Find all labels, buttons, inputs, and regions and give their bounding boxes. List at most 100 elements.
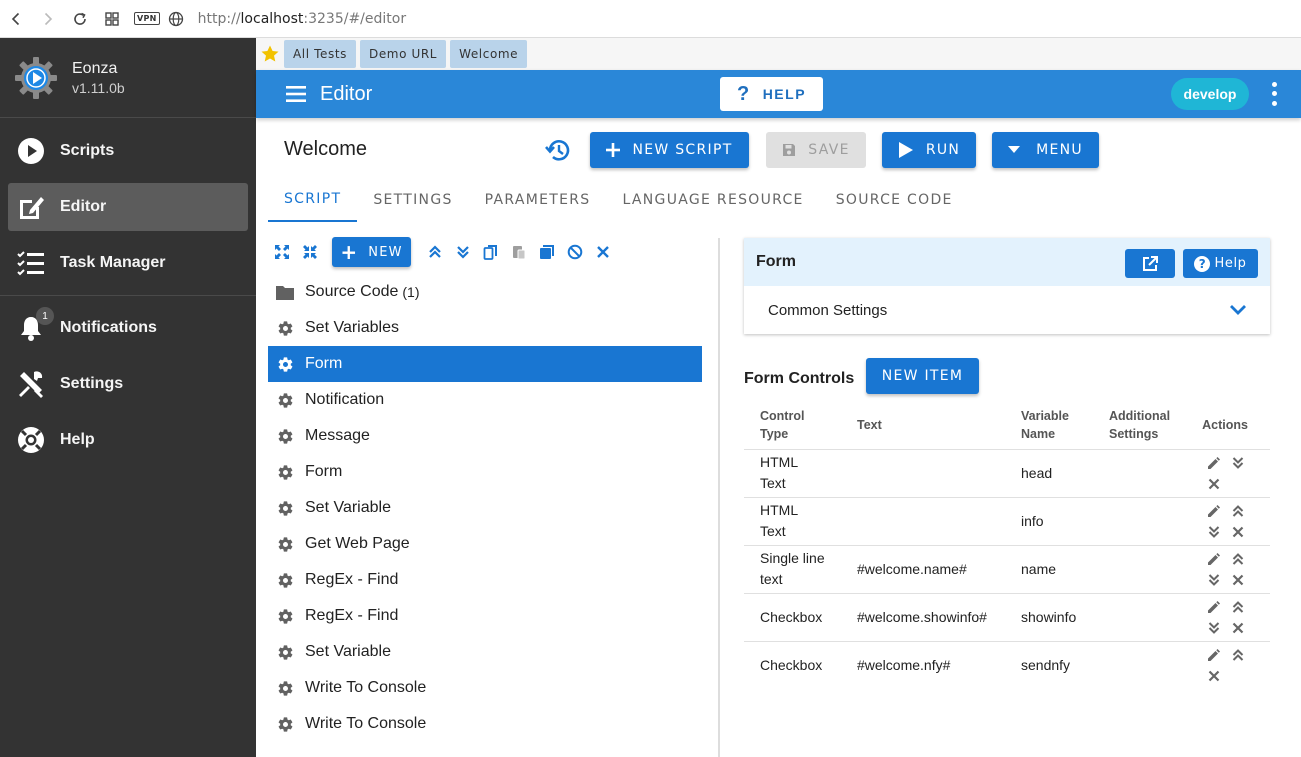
column-header[interactable]: Additional Settings [1093, 402, 1187, 450]
move-up-icon[interactable] [1226, 500, 1250, 521]
copy-icon[interactable] [477, 238, 505, 266]
help-button[interactable]: ? HELP [720, 77, 823, 111]
run-label: RUN [925, 142, 961, 158]
delete-icon[interactable] [589, 238, 617, 266]
more-vert-icon[interactable] [1264, 80, 1284, 108]
nav-notifications[interactable]: 1 Notifications [8, 304, 248, 352]
globe-icon [168, 11, 183, 26]
bell-icon: 1 [16, 307, 54, 343]
delete-icon[interactable] [1226, 569, 1250, 590]
bookmark-demo-url[interactable]: Demo URL [359, 40, 447, 68]
tree-item[interactable]: Get Web Page [268, 526, 702, 562]
forward-icon[interactable] [32, 0, 64, 38]
column-header[interactable]: Control Type [744, 402, 841, 450]
tree-item[interactable]: Set Variable [268, 634, 702, 670]
tree-item[interactable]: Write To Console [268, 706, 702, 742]
tree-item-label: Notification [305, 391, 385, 408]
tabs-grid-icon[interactable] [96, 0, 128, 38]
pencil-icon[interactable] [1202, 644, 1226, 665]
disable-icon[interactable] [561, 238, 589, 266]
tab-script[interactable]: SCRIPT [268, 178, 358, 222]
address-bar[interactable]: http://localhost:3235/#/editor [198, 11, 406, 27]
pencil-icon[interactable] [1202, 596, 1226, 617]
tree-item[interactable]: Write To Console [268, 670, 702, 706]
move-up-icon[interactable] [1226, 644, 1250, 665]
tree-item[interactable]: RegEx - Find [268, 562, 702, 598]
new-script-label: NEW SCRIPT [632, 142, 733, 158]
move-down-icon[interactable] [1202, 617, 1226, 638]
star-icon[interactable] [260, 44, 280, 64]
pencil-icon[interactable] [1202, 452, 1226, 473]
nav-editor[interactable]: Editor [8, 183, 248, 231]
gear-icon [276, 607, 294, 625]
tree-item[interactable]: Source Code (1) [268, 274, 702, 310]
save-button[interactable]: SAVE [766, 132, 866, 168]
tab-source-code[interactable]: SOURCE CODE [820, 178, 969, 222]
tree-item[interactable]: Notification [268, 382, 702, 418]
move-down-icon[interactable] [1202, 521, 1226, 542]
expand-all-icon[interactable] [268, 238, 296, 266]
new-script-button[interactable]: NEW SCRIPT [590, 132, 749, 168]
delete-icon[interactable] [1226, 521, 1250, 542]
tree-item[interactable]: Set Variables [268, 310, 702, 346]
tab-language-resource[interactable]: LANGUAGE RESOURCE [606, 178, 819, 222]
delete-icon[interactable] [1226, 617, 1250, 638]
bookmark-welcome[interactable]: Welcome [450, 40, 528, 68]
vpn-badge[interactable]: VPN [134, 12, 160, 25]
tree-item[interactable]: Form [268, 346, 702, 382]
plus-icon [606, 143, 621, 157]
cell-text: #welcome.showinfo# [841, 593, 1005, 642]
nav-settings[interactable]: Settings [8, 360, 248, 408]
form-panel-header: Form ? Help [744, 238, 1270, 286]
move-down-icon[interactable] [1202, 569, 1226, 590]
nav-scripts[interactable]: Scripts [8, 127, 248, 175]
tree-item[interactable]: Form [268, 454, 702, 490]
branch-chip[interactable]: develop [1171, 78, 1249, 110]
history-icon[interactable] [544, 136, 572, 164]
tab-parameters[interactable]: PARAMETERS [469, 178, 607, 222]
move-down-icon[interactable] [449, 238, 477, 266]
reload-icon[interactable] [64, 0, 96, 38]
tree-new-button[interactable]: + NEW [332, 237, 411, 267]
tree-item-label: RegEx - Find [305, 607, 399, 624]
move-up-icon[interactable] [421, 238, 449, 266]
duplicate-icon[interactable] [533, 238, 561, 266]
pencil-icon[interactable] [1202, 548, 1226, 569]
move-up-icon[interactable] [1226, 596, 1250, 617]
column-header[interactable]: Text [841, 402, 1005, 450]
cell-type: Checkbox [760, 656, 823, 673]
hamburger-menu-icon[interactable] [284, 82, 308, 106]
run-button[interactable]: RUN [882, 132, 976, 168]
cell-add [1093, 545, 1187, 594]
tree-item-label: Get Web Page [305, 535, 410, 552]
nav-divider [0, 295, 256, 296]
new-item-button[interactable]: NEW ITEM [866, 358, 979, 394]
delete-icon[interactable] [1202, 473, 1226, 494]
cell-actions [1186, 449, 1270, 498]
form-help-button[interactable]: ? Help [1183, 249, 1258, 278]
script-title: Welcome [284, 138, 367, 160]
open-external-button[interactable] [1125, 249, 1175, 278]
move-up-icon[interactable] [1226, 548, 1250, 569]
tab-settings[interactable]: SETTINGS [357, 178, 468, 222]
common-settings-expander[interactable]: Common Settings [744, 286, 1270, 334]
question-icon: ? [736, 82, 751, 105]
paste-icon[interactable] [505, 238, 533, 266]
cell-text [841, 497, 1005, 546]
tree-item[interactable]: RegEx - Find [268, 598, 702, 634]
back-icon[interactable] [0, 0, 32, 38]
column-header[interactable]: Variable Name [1005, 402, 1093, 450]
move-down-icon[interactable] [1226, 452, 1250, 473]
nav-help[interactable]: Help [8, 416, 248, 464]
collapse-all-icon[interactable] [296, 238, 324, 266]
bookmarks-bar: All Tests Demo URL Welcome [256, 38, 1301, 70]
bookmark-all-tests[interactable]: All Tests [284, 40, 356, 68]
nav-task-manager[interactable]: Task Manager [8, 239, 248, 287]
menu-button[interactable]: MENU [992, 132, 1099, 168]
tree-item[interactable]: Set Variable [268, 490, 702, 526]
delete-icon[interactable] [1202, 665, 1226, 686]
pencil-icon[interactable] [1202, 500, 1226, 521]
menu-label: MENU [1036, 142, 1083, 158]
panel-splitter[interactable] [718, 238, 720, 757]
tree-item[interactable]: Message [268, 418, 702, 454]
